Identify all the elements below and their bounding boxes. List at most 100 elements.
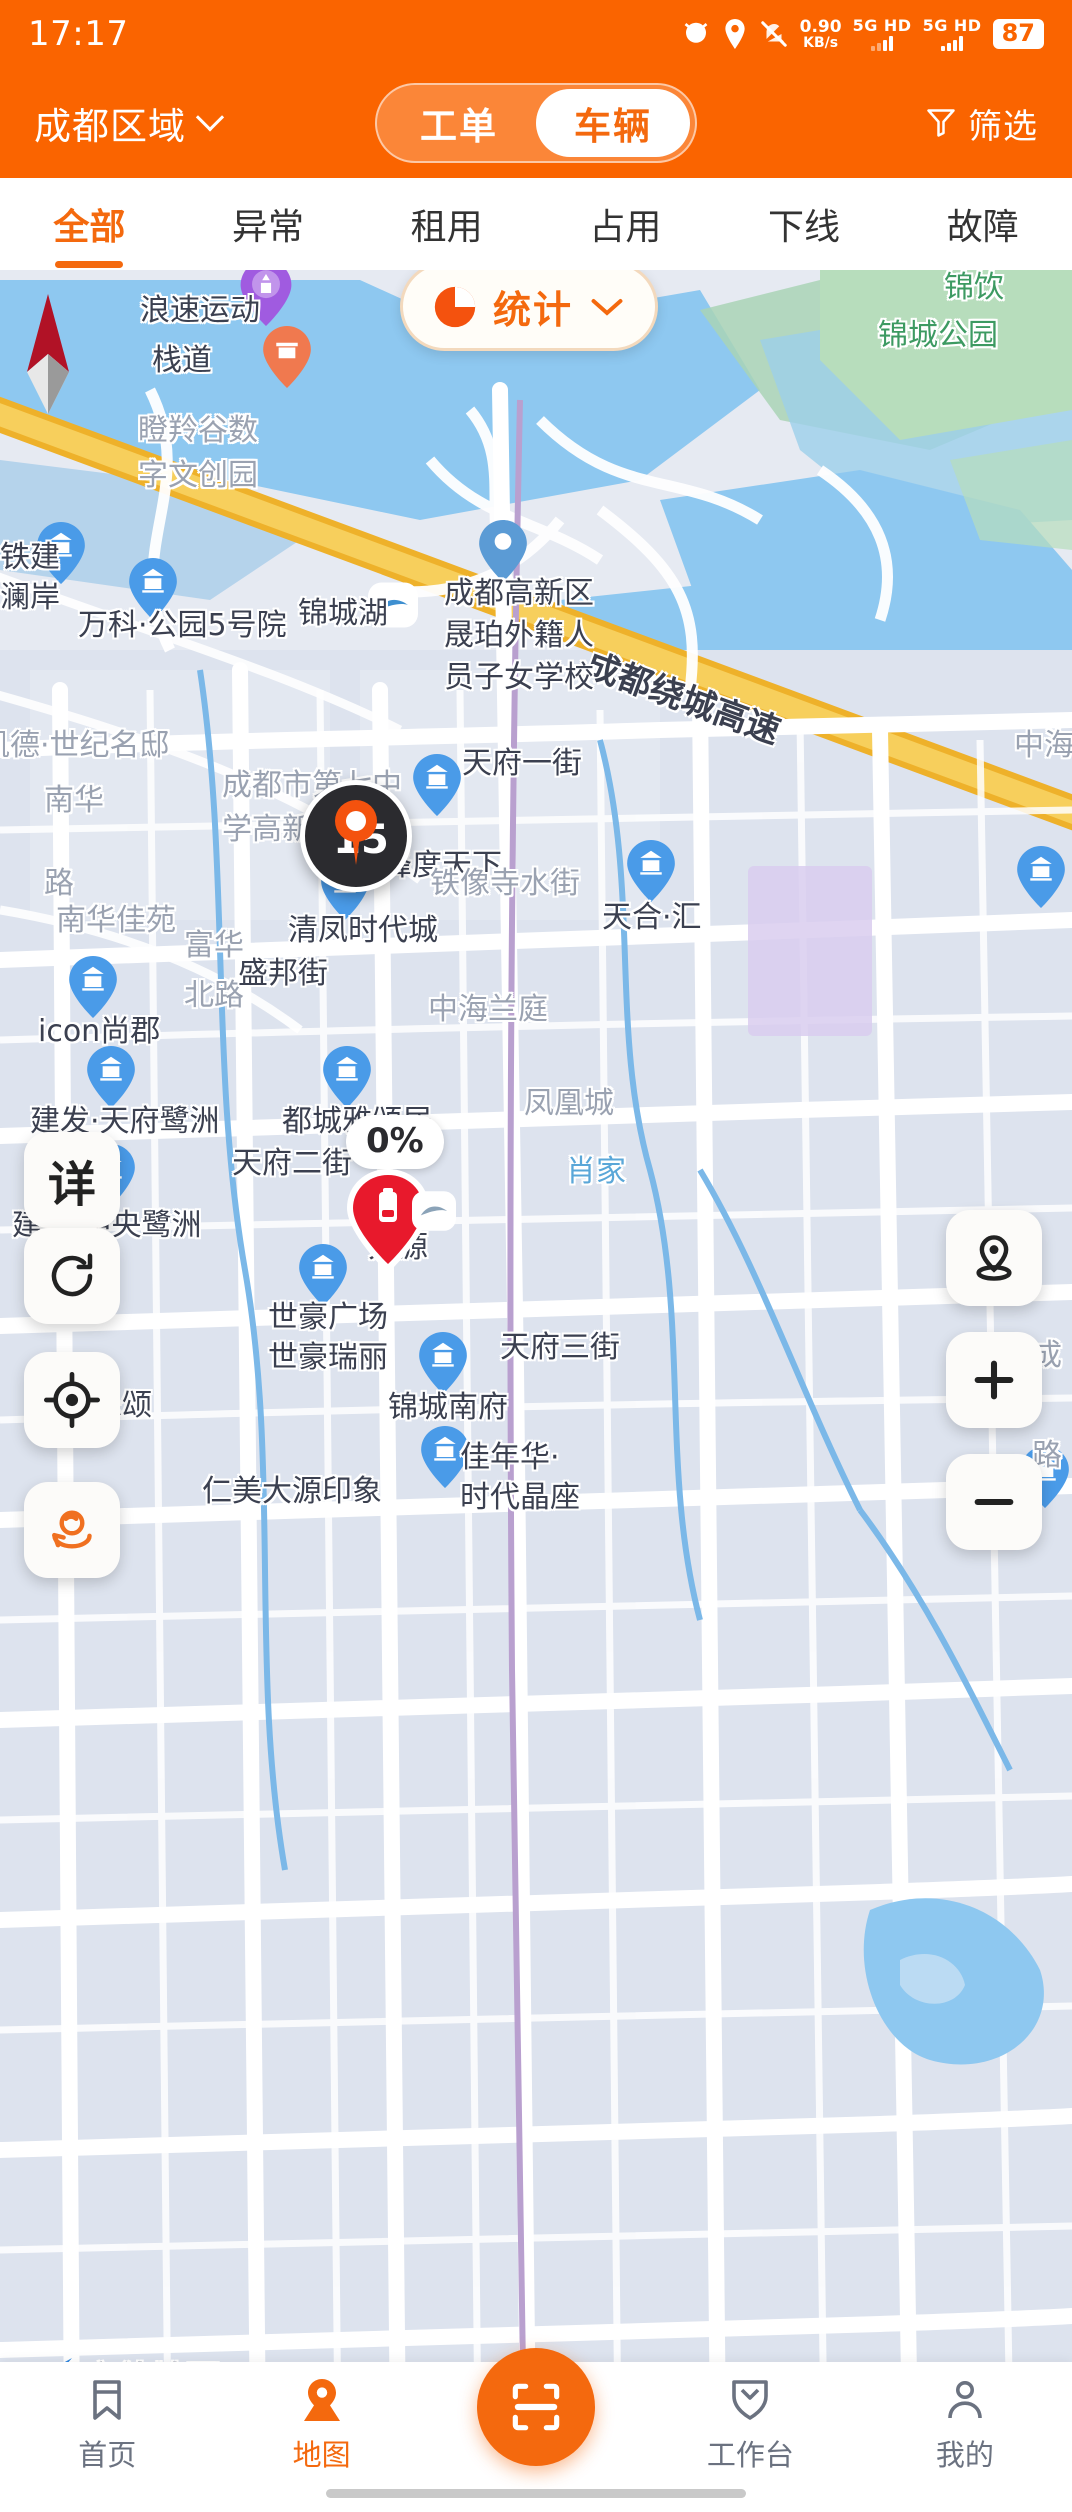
map-poi-label: 南华 [44, 783, 104, 818]
map-poi-label: 仁美大源印象 [202, 1474, 382, 1509]
poi-pin-boardwalk[interactable] [262, 326, 312, 388]
map-poi-label: 锦城南府 [388, 1390, 508, 1425]
nav-item-home[interactable]: 首页 [0, 2362, 214, 2474]
zoom-out-button[interactable] [946, 1454, 1042, 1550]
poi-pin-right-edge[interactable] [1016, 846, 1066, 908]
map-poi-label: 凯德·世纪名邸 [0, 728, 170, 763]
region-label: 成都区域 [34, 105, 186, 148]
sim1-signal: 5G HD [852, 15, 912, 51]
map-poi-label: 学高新 [222, 812, 312, 847]
map-poi-label: 北路 [184, 978, 244, 1013]
alarm-icon [684, 22, 707, 43]
segment-vehicles[interactable]: 车辆 [536, 89, 690, 157]
sim2-bars [941, 35, 964, 51]
nav-item-scan-placeholder [429, 2348, 643, 2466]
status-bar-time: 17:17 [28, 14, 129, 54]
map-poi-label: 天合·汇 [602, 900, 702, 935]
nav-item-map[interactable]: 地图 [214, 2362, 428, 2474]
sim2-signal: 5G HD [922, 15, 982, 51]
network-speed-value: 0.90 [799, 16, 842, 37]
map-poi-label: 天府二街 [232, 1146, 352, 1181]
mute-icon [760, 21, 787, 47]
map-poi-label: 天府三街 [500, 1330, 620, 1365]
segment-work-orders[interactable]: 工单 [382, 89, 536, 157]
filter-button[interactable]: 筛选 [926, 99, 1038, 148]
poi-pin-button[interactable] [946, 1210, 1042, 1306]
tab-all-label: 全部 [53, 207, 126, 248]
nav-item-workbench[interactable]: 工作台 [643, 2362, 857, 2474]
app-header: 成都区域 工单 车辆 筛选 [0, 68, 1072, 178]
tab-fault[interactable]: 故障 [893, 198, 1072, 250]
segmented-control: 工单 车辆 [375, 83, 697, 163]
tab-abnormal[interactable]: 异常 [179, 198, 358, 250]
vehicle-battery-badge: 0% [346, 1115, 444, 1169]
refresh-icon [51, 1253, 93, 1297]
map-poi-label: 天府一街 [462, 746, 582, 781]
map-poi-label: 世豪广场 [268, 1300, 388, 1335]
sim1-label: 5G HD [852, 15, 912, 35]
sim2-label: 5G HD [922, 15, 982, 35]
bookmark-icon [93, 2380, 122, 2420]
map-canvas[interactable]: 统计 成都绕城高速 锦城公园 锦饮 浪速运动 栈道 瞪羚谷数 字文创园 铁建 澜… [0, 270, 1072, 2432]
tab-active-underline [55, 261, 124, 268]
minus-icon [974, 1498, 1014, 1506]
nav-label-map: 地图 [292, 2438, 351, 2472]
map-poi-label: 字文创园 [138, 458, 258, 493]
tab-rented[interactable]: 租用 [357, 198, 536, 250]
map-poi-label: 佳年华· [460, 1440, 560, 1475]
home-indicator [326, 2489, 746, 2498]
nav-label-profile: 我的 [935, 2438, 994, 2472]
category-tabs: 全部 异常 租用 占用 下线 故障 [0, 178, 1072, 270]
rotate-3d-icon [52, 1510, 92, 1549]
map-poi-label: 世豪瑞丽 [268, 1340, 388, 1375]
map-poi-label: 万科·公园5号院 [78, 608, 287, 643]
map-poi-label: 清凤时代城 [288, 913, 438, 948]
status-bar: 17:17 0.90 KB/s 5G HD 5G HD 87 [0, 0, 1072, 68]
detail-button[interactable]: 详 [24, 1132, 120, 1228]
region-selector[interactable]: 成都区域 [34, 96, 225, 150]
map-poi-label: 中海兰庭 [428, 992, 548, 1027]
rotate-3d-button[interactable] [24, 1482, 120, 1578]
map-poi-label: 栈道 [152, 343, 212, 378]
nav-label-workbench: 工作台 [706, 2438, 794, 2472]
map-poi-label: 浪速运动 [140, 293, 260, 328]
map-poi-label: 南华佳苑 [56, 903, 176, 938]
scan-fab-button[interactable] [477, 2348, 595, 2466]
map-poi-label: 成都高新区 [444, 576, 594, 611]
map-poi-label: 盛邦街 [238, 956, 328, 991]
chevron-down-icon [591, 298, 623, 316]
cluster-pin-icon [335, 800, 377, 865]
map-poi-label: 锦城湖 [298, 596, 388, 631]
network-speed: 0.90 KB/s [799, 16, 842, 50]
poi-lake-icon-2 [412, 1191, 456, 1231]
map-poi-label: 铁建 [0, 540, 60, 575]
location-icon [724, 19, 745, 49]
compass-north-arrow [27, 294, 69, 414]
map-poi-label: 锦饮 [944, 270, 1004, 305]
battery-percent: 87 [992, 19, 1044, 49]
map-poi-label: 时代晶座 [460, 1480, 580, 1515]
map-poi-label: 凤凰城 [524, 1086, 614, 1121]
statistics-label: 统计 [493, 288, 574, 332]
nav-item-profile[interactable]: 我的 [858, 2362, 1072, 2474]
poi-pin-fengdu[interactable] [412, 754, 462, 816]
status-bar-icons: 0.90 KB/s 5G HD 5G HD 87 [681, 15, 1044, 51]
map-poi-label: 铁像寺水街 [430, 866, 580, 901]
map-poi-label: 晟珀外籍人 [444, 618, 594, 653]
zoom-in-button[interactable] [946, 1332, 1042, 1428]
map-poi-label: 员子女学校 [444, 660, 594, 695]
refresh-button[interactable] [24, 1228, 120, 1324]
funnel-icon [927, 109, 955, 137]
statistics-button[interactable]: 统计 [400, 270, 659, 351]
crosshair-icon [44, 1372, 100, 1428]
bottom-navigation: 首页 地图 工作台 我的 [0, 2348, 1072, 2512]
map-poi-label: 瞪羚谷数 [138, 413, 258, 448]
map-pin-ring-icon [976, 1235, 1012, 1281]
shield-icon [732, 2380, 769, 2420]
pie-chart-icon [434, 286, 476, 327]
vehicle-cluster-marker[interactable]: 15 [300, 780, 412, 892]
tab-all[interactable]: 全部 [0, 198, 179, 268]
tab-occupied[interactable]: 占用 [536, 198, 715, 250]
locate-button[interactable] [24, 1352, 120, 1448]
tab-offline[interactable]: 下线 [715, 198, 894, 250]
